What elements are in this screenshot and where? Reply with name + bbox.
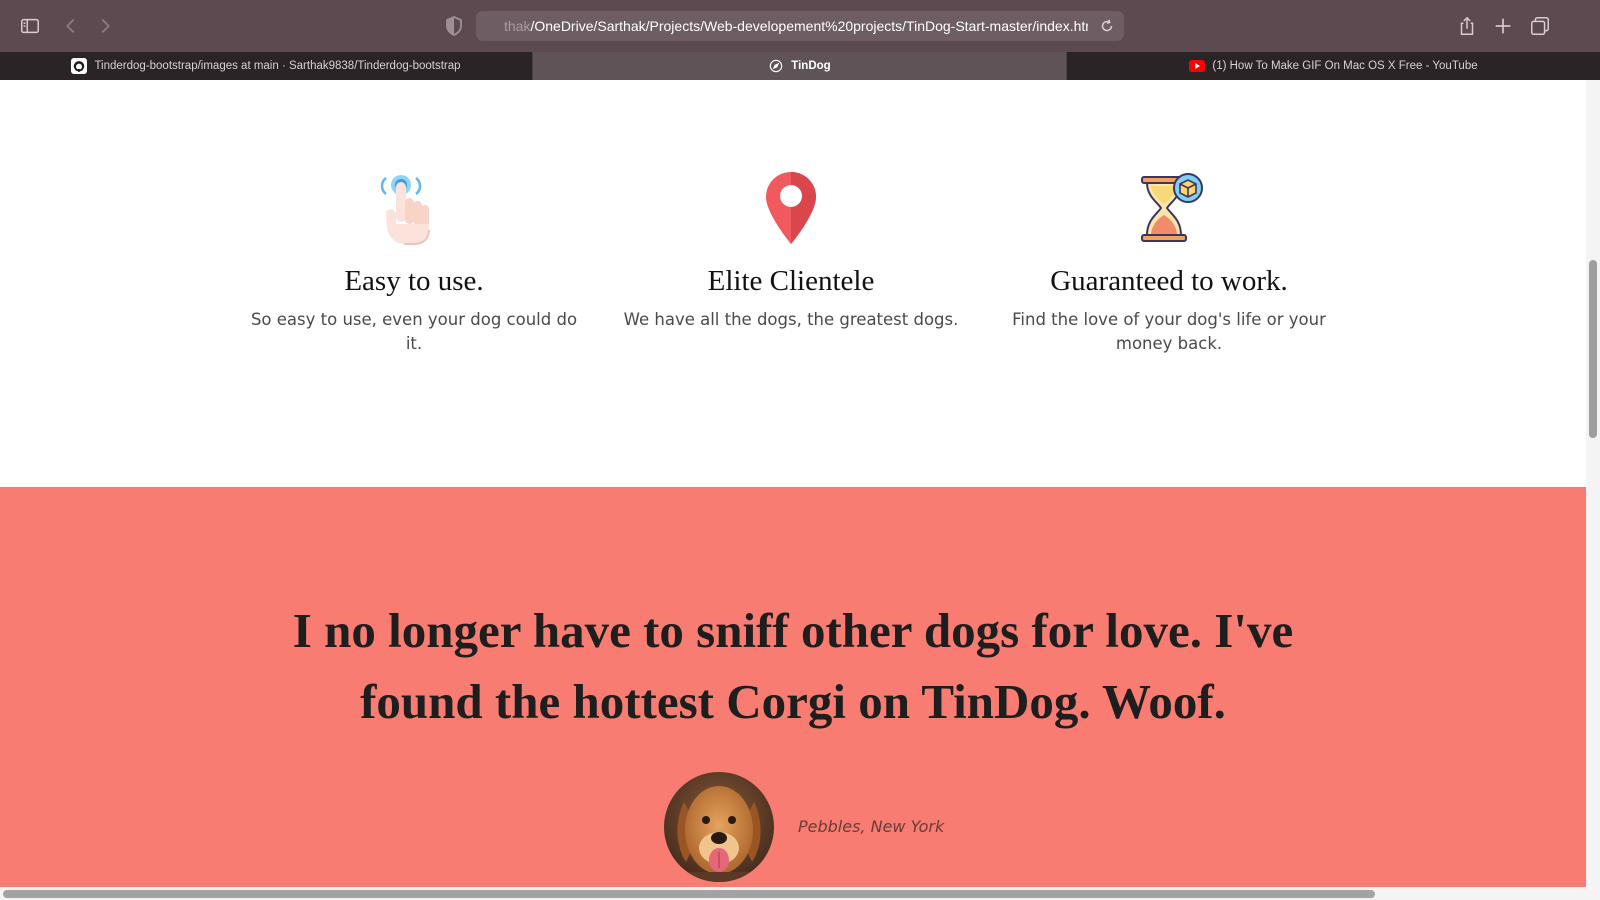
horizontal-scrollbar-thumb[interactable] [3,890,1375,898]
compass-icon [768,58,784,74]
feature-description: Find the love of your dog's life or your… [1012,310,1326,353]
share-icon[interactable] [1454,13,1480,39]
tap-hand-icon [374,168,454,248]
feature-description: We have all the dogs, the greatest dogs. [623,310,959,329]
tab-github[interactable]: Tinderdog-bootstrap/images at main · Sar… [0,52,532,80]
vertical-scrollbar-track[interactable] [1586,80,1600,887]
sidebar-toggle-icon[interactable] [17,13,43,39]
feature-elite: Elite Clientele We have all the dogs, th… [621,168,961,332]
tab-tindog[interactable]: TinDog [533,52,1066,80]
feature-title: Easy to use. [344,265,484,297]
golden-retriever-avatar [664,772,774,882]
browser-toolbar: thak/OneDrive/Sarthak/Projects/Web-devel… [0,0,1600,52]
reload-icon[interactable] [1098,17,1116,35]
feature-description: So easy to use, even your dog could do i… [250,310,578,353]
page-viewport: Easy to use. So easy to use, even your d… [0,80,1586,887]
privacy-shield-icon[interactable] [444,15,464,37]
tab-overview-icon[interactable] [1527,13,1553,39]
feature-title: Elite Clientele [707,265,875,297]
back-icon[interactable] [58,13,84,39]
new-tab-icon[interactable] [1490,13,1516,39]
tab-youtube[interactable]: (1) How To Make GIF On Mac OS X Free - Y… [1067,52,1600,80]
map-pin-icon [751,168,831,248]
hourglass-icon [1129,168,1209,248]
vertical-scrollbar-thumb[interactable] [1589,260,1597,438]
youtube-icon [1189,58,1206,74]
tab-label: Tinderdog-bootstrap/images at main · Sar… [94,60,461,72]
feature-title: Guaranteed to work. [1050,265,1288,297]
feature-guaranteed: Guaranteed to work. Find the love of you… [999,168,1339,356]
feature-easy: Easy to use. So easy to use, even your d… [244,168,584,356]
forward-icon[interactable] [92,13,118,39]
tab-label: TinDog [791,60,831,72]
testimonial-quote: I no longer have to sniff other dogs for… [292,603,1294,729]
testimonial-section: I no longer have to sniff other dogs for… [0,487,1586,887]
address-bar[interactable]: thak/OneDrive/Sarthak/Projects/Web-devel… [476,11,1124,41]
url-text[interactable]: thak/OneDrive/Sarthak/Projects/Web-devel… [504,18,1088,34]
url-faded-prefix: thak [504,18,531,34]
url-path: /OneDrive/Sarthak/Projects/Web-developem… [530,18,1088,34]
tab-bar: Tinderdog-bootstrap/images at main · Sar… [0,52,1600,80]
tab-label: (1) How To Make GIF On Mac OS X Free - Y… [1212,60,1478,72]
testimonial-author: Pebbles, New York [798,817,945,836]
github-icon [71,58,88,74]
